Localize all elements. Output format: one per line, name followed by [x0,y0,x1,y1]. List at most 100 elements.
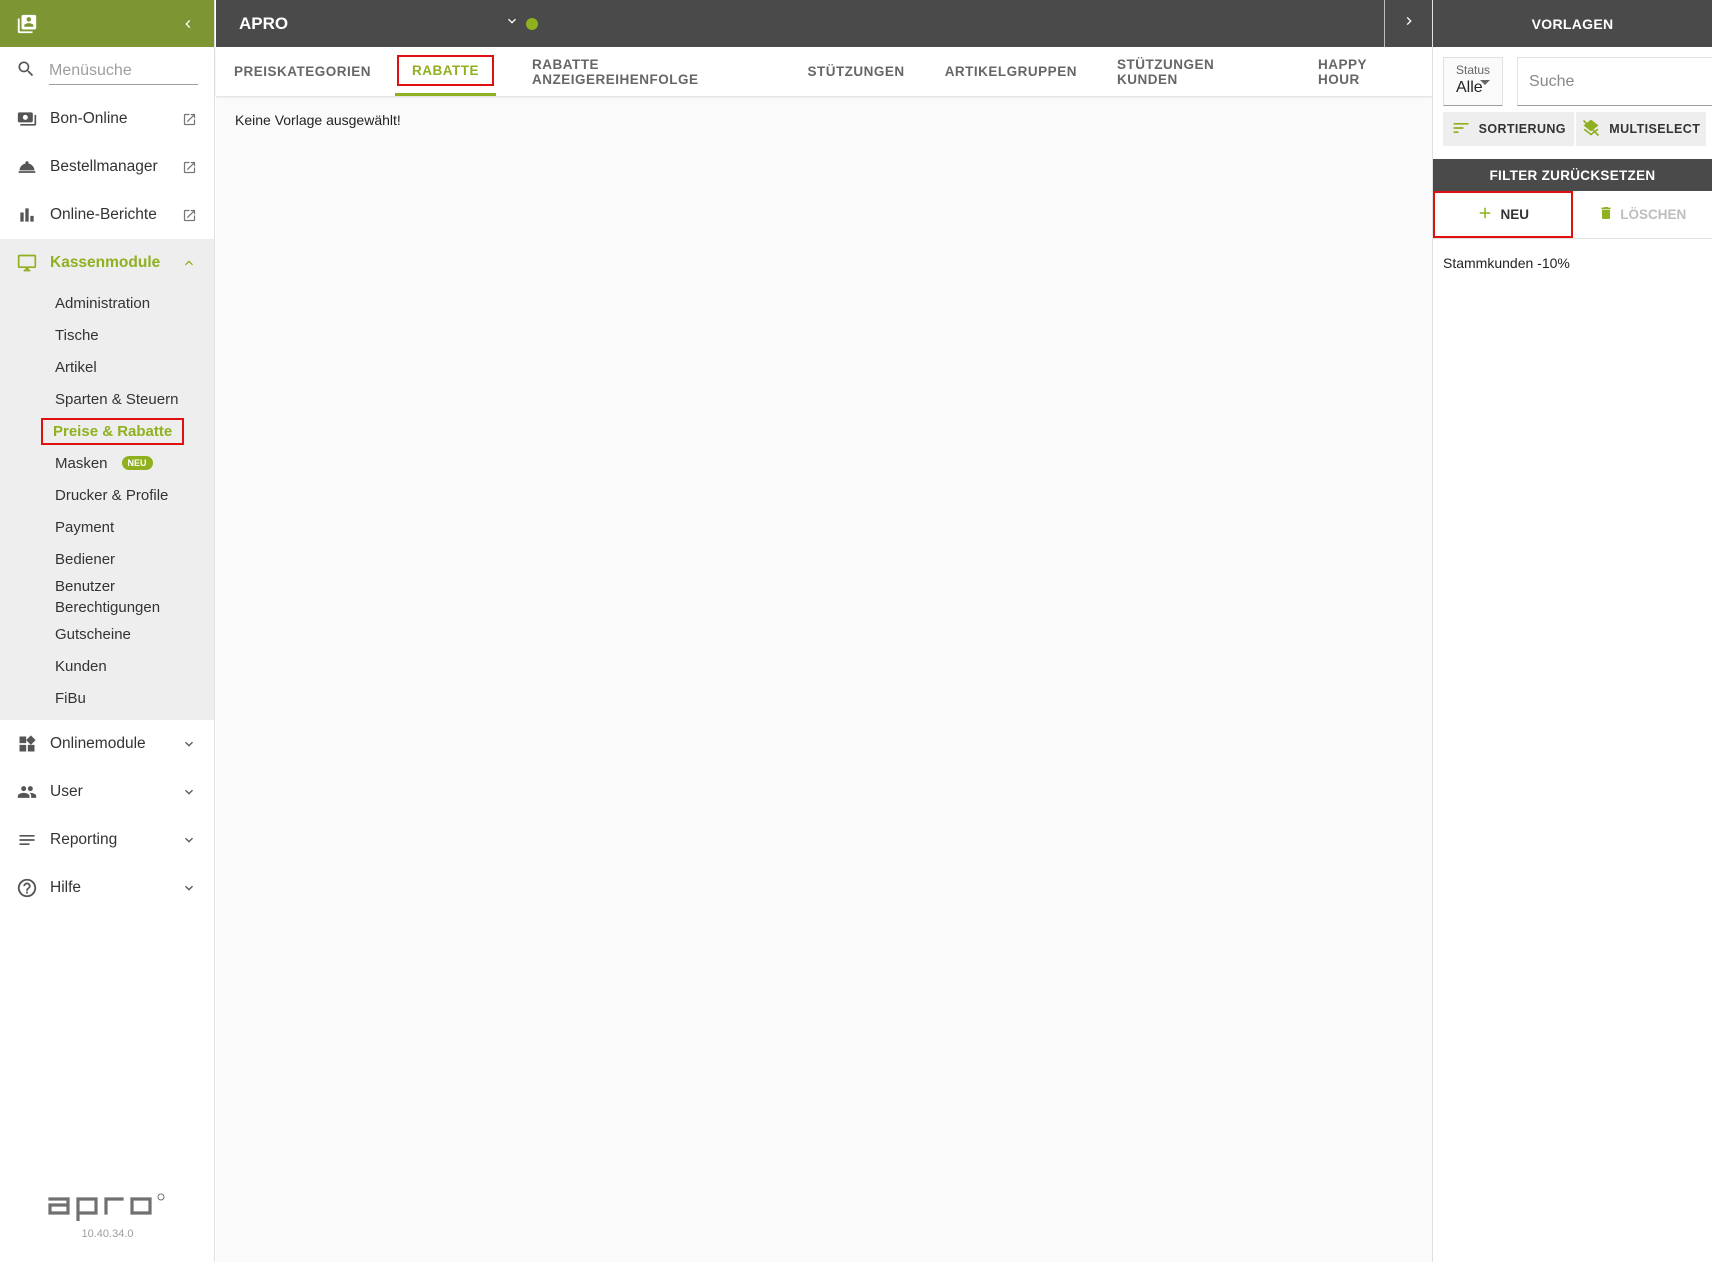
sidebar-item-kassenmodule[interactable]: Kassenmodule [0,239,214,287]
delete-template-button[interactable]: LÖSCHEN [1573,191,1712,238]
top-bar: APRO [216,0,1432,47]
template-list-item-label: Stammkunden -10% [1443,255,1570,271]
sidebar-subitem-benutzer-berechtigungen[interactable]: Benutzer Berechtigungen [0,575,214,618]
sidebar-item-label: Reporting [50,831,118,848]
sidebar-item-label: Bestellmanager [50,158,158,175]
tab-stuetzungen-kunden[interactable]: STÜTZUNGEN KUNDEN [1097,47,1298,96]
tab-happy-hour[interactable]: HAPPY HOUR [1298,47,1432,96]
tab-label: ARTIKELGRUPPEN [944,64,1077,79]
sidebar-item-label: Kassenmodule [50,254,161,271]
bar-chart-icon [16,205,50,225]
status-select[interactable]: Status Alle [1443,57,1504,106]
sort-lines-icon [1451,118,1471,141]
people-icon [16,782,50,802]
sidebar-subitem-label: Payment [55,518,115,536]
sidebar-subitem-preise-rabatte[interactable]: Preise & Rabatte [0,415,214,447]
sidebar-item-bon-online[interactable]: Bon-Online [0,95,214,143]
sidebar-item-label: Bon-Online [50,110,128,127]
tab-label: PREISKATEGORIEN [234,64,372,79]
tab-stuetzungen[interactable]: STÜTZUNGEN [787,47,924,96]
multiselect-button[interactable]: MULTISELECT [1575,112,1706,146]
tab-rabatte-anzeigereihenfolge[interactable]: RABATTE ANZEIGEREIHENFOLGE [512,47,787,96]
sidebar-subitem-sparten-steuern[interactable]: Sparten & Steuern [0,383,214,415]
tab-bar: PREISKATEGORIEN RABATTE RABATTE ANZEIGER… [216,47,1432,96]
kassenmodule-submenu: Administration Tische Artikel Sparten & … [0,287,214,720]
sidebar-subitem-label: Preise & Rabatte [40,417,185,445]
chevron-down-icon [180,880,198,896]
sidebar-item-online-berichte[interactable]: Online-Berichte [0,191,214,239]
help-circle-icon [16,877,50,899]
monitor-icon [16,253,50,273]
sort-button[interactable]: SORTIERUNG [1443,112,1574,146]
sidebar-subitem-artikel[interactable]: Artikel [0,351,214,383]
sidebar-subitem-tische[interactable]: Tische [0,319,214,351]
templates-actions: SORTIERUNG MULTISELECT [1433,106,1712,146]
sidebar: Bon-Online Bestellmanager Online-Bericht… [0,0,215,1262]
new-template-button-label: NEU [1500,207,1529,222]
tab-label: RABATTE ANZEIGEREIHENFOLGE [532,56,699,87]
menu-search-input[interactable] [49,57,198,85]
version-label: 10.40.34.0 [81,1228,134,1240]
open-external-icon [180,208,198,223]
tab-label: HAPPY HOUR [1317,56,1367,87]
page-title: APRO [239,13,289,33]
money-icon [16,109,50,129]
sidebar-subitem-gutscheine[interactable]: Gutscheine [0,618,214,650]
sidebar-subitem-label: Administration [55,294,151,312]
layers-off-icon [1581,118,1601,141]
apro-logo-icon [46,1193,170,1225]
empty-state-message: Keine Vorlage ausgewählt! [235,112,401,128]
sidebar-subitem-label: Drucker & Profile [55,486,169,504]
new-template-button[interactable]: NEU [1433,191,1573,238]
tab-preiskategorien[interactable]: PREISKATEGORIEN [234,47,391,96]
open-external-icon [180,160,198,175]
sidebar-item-onlinemodule[interactable]: Onlinemodule [0,720,214,768]
search-icon [16,59,49,84]
sidebar-subitem-label: Kunden [55,657,107,675]
sidebar-subitem-masken[interactable]: Masken NEU [0,447,214,479]
collapse-sidebar-chevron-left-icon[interactable] [180,16,196,32]
sidebar-subitem-drucker-profile[interactable]: Drucker & Profile [0,479,214,511]
open-right-panel-button[interactable] [1384,0,1432,47]
sidebar-item-label: Hilfe [50,879,82,896]
reset-filter-button[interactable]: FILTER ZURÜCKSETZEN [1433,159,1712,191]
chevron-down-icon [180,832,198,848]
sidebar-subitem-kunden[interactable]: Kunden [0,650,214,682]
trash-icon [1598,204,1614,225]
templates-search-input[interactable] [1517,57,1712,106]
lines-icon [16,830,50,850]
sidebar-subitem-payment[interactable]: Payment [0,511,214,543]
sidebar-item-label: Onlinemodule [50,735,146,752]
chevron-down-icon [180,784,198,800]
sidebar-item-hilfe[interactable]: Hilfe [0,864,214,912]
sidebar-subitem-bediener[interactable]: Bediener [0,543,214,575]
template-list-item[interactable]: Stammkunden -10% [1433,239,1712,287]
multiselect-button-label: MULTISELECT [1609,122,1701,136]
sidebar-subitem-fibu[interactable]: FiBu [0,682,214,714]
sidebar-subitem-label: Masken [55,454,108,472]
location-dropdown-chevron-down-icon[interactable] [504,13,520,34]
main-content: APRO PREISKATEGORIEN RABATTE RABATTE ANZ… [216,0,1432,1262]
room-service-icon [16,157,50,177]
chevron-down-icon [180,736,198,752]
sidebar-subitem-label: FiBu [55,689,86,707]
sidebar-item-user[interactable]: User [0,768,214,816]
sidebar-item-label: User [50,783,83,800]
templates-crud-bar: NEU LÖSCHEN [1433,191,1712,239]
delete-template-button-label: LÖSCHEN [1620,207,1687,222]
sidebar-subitem-administration[interactable]: Administration [0,287,214,319]
tab-artikelgruppen[interactable]: ARTIKELGRUPPEN [925,47,1097,96]
sidebar-subitem-label: Artikel [55,358,97,376]
new-badge: NEU [121,456,153,470]
sort-button-label: SORTIERUNG [1478,122,1566,136]
contacts-book-icon[interactable] [16,13,38,35]
sidebar-item-bestellmanager[interactable]: Bestellmanager [0,143,214,191]
sidebar-item-reporting[interactable]: Reporting [0,816,214,864]
tab-rabatte[interactable]: RABATTE [395,47,497,96]
sidebar-header [0,0,214,47]
status-select-label: Status [1456,63,1491,77]
sidebar-subitem-label: Bediener [55,550,116,568]
sidebar-footer: 10.40.34.0 [0,1191,215,1240]
status-online-dot [526,17,538,30]
plus-icon [1476,204,1494,225]
